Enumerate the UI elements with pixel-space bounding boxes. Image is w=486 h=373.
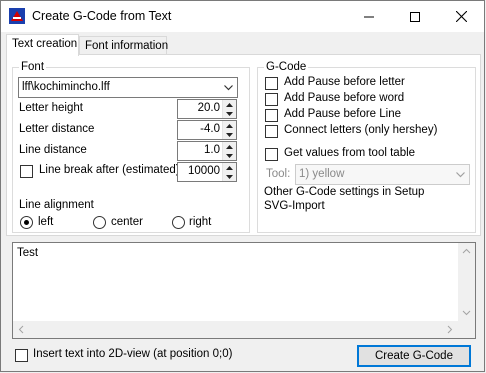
spin-down-icon[interactable] bbox=[223, 172, 236, 181]
pause-line-checkbox[interactable] bbox=[265, 109, 278, 122]
connect-letters-label: Connect letters (only hershey) bbox=[284, 124, 438, 136]
maximize-button[interactable] bbox=[392, 1, 438, 32]
font-select-value: lff\kochimincho.lff bbox=[22, 81, 110, 93]
scroll-left-icon[interactable] bbox=[13, 321, 30, 338]
pause-word-label: Add Pause before word bbox=[284, 92, 405, 104]
scroll-up-icon[interactable] bbox=[458, 243, 475, 260]
connect-letters-checkbox[interactable] bbox=[265, 125, 278, 138]
gcode-group-legend: G-Code bbox=[266, 61, 307, 73]
letter-height-spinner[interactable]: 20.0 bbox=[177, 99, 237, 119]
vertical-scrollbar[interactable] bbox=[458, 243, 475, 321]
pause-line-label: Add Pause before Line bbox=[284, 108, 402, 120]
line-break-value: 10000 bbox=[188, 165, 220, 177]
pause-letter-checkbox[interactable] bbox=[265, 77, 278, 90]
tool-select[interactable]: 1) yellow bbox=[295, 164, 470, 185]
line-break-label: Line break after (estimated) bbox=[39, 164, 180, 176]
other-settings-text: Other G-Code settings in Setup bbox=[264, 186, 425, 198]
window-title: Create G-Code from Text bbox=[32, 9, 172, 23]
minimize-icon bbox=[364, 16, 374, 17]
close-button[interactable] bbox=[438, 1, 484, 32]
line-break-checkbox[interactable] bbox=[20, 165, 33, 178]
spin-up-icon[interactable] bbox=[223, 142, 236, 151]
line-break-spinner[interactable]: 10000 bbox=[177, 162, 237, 182]
chevron-down-icon bbox=[453, 168, 467, 182]
spin-up-icon[interactable] bbox=[223, 163, 236, 172]
letter-distance-label: Letter distance bbox=[19, 123, 95, 135]
horizontal-scrollbar[interactable] bbox=[13, 321, 458, 338]
letter-distance-value: -4.0 bbox=[200, 123, 220, 135]
insert-2d-label: Insert text into 2D-view (at position 0;… bbox=[33, 348, 233, 360]
spin-down-icon[interactable] bbox=[223, 109, 236, 118]
line-alignment-label: Line alignment bbox=[19, 199, 94, 211]
tool-select-value: 1) yellow bbox=[299, 168, 345, 180]
scroll-corner bbox=[458, 321, 475, 338]
scroll-right-icon[interactable] bbox=[441, 321, 458, 338]
close-icon bbox=[455, 11, 467, 22]
spin-down-icon[interactable] bbox=[223, 130, 236, 139]
maximize-icon bbox=[410, 11, 420, 22]
dialog-window: Create G-Code from Text Text creation Fo… bbox=[0, 0, 485, 372]
letter-height-value: 20.0 bbox=[197, 102, 220, 114]
align-left-radio[interactable] bbox=[20, 216, 33, 229]
letter-height-label: Letter height bbox=[19, 102, 83, 114]
radio-selected-dot bbox=[24, 220, 29, 225]
font-group-legend: Font bbox=[21, 61, 45, 73]
tool-table-checkbox[interactable] bbox=[265, 148, 278, 161]
line-distance-spinner[interactable]: 1.0 bbox=[177, 141, 237, 161]
svg-import-text: SVG-Import bbox=[264, 200, 325, 212]
pause-word-checkbox[interactable] bbox=[265, 93, 278, 106]
create-gcode-button[interactable]: Create G-Code bbox=[357, 345, 471, 367]
text-input-content: Test bbox=[17, 247, 39, 259]
minimize-button[interactable] bbox=[346, 1, 392, 32]
font-select[interactable]: lff\kochimincho.lff bbox=[18, 77, 238, 98]
align-center-label: center bbox=[111, 216, 143, 228]
align-right-radio[interactable] bbox=[172, 216, 185, 229]
scroll-down-icon[interactable] bbox=[458, 304, 475, 321]
title-bar[interactable]: Create G-Code from Text bbox=[1, 1, 484, 32]
letter-distance-spinner[interactable]: -4.0 bbox=[177, 120, 237, 140]
text-input-area[interactable]: Test bbox=[12, 242, 476, 339]
line-distance-label: Line distance bbox=[19, 144, 87, 156]
tab-text-creation[interactable]: Text creation bbox=[6, 34, 79, 56]
align-center-radio[interactable] bbox=[93, 216, 106, 229]
align-left-label: left bbox=[38, 216, 54, 228]
spin-up-icon[interactable] bbox=[223, 121, 236, 130]
tool-table-label: Get values from tool table bbox=[284, 147, 416, 159]
spin-up-icon[interactable] bbox=[223, 100, 236, 109]
align-right-label: right bbox=[189, 216, 212, 228]
tool-label: Tool: bbox=[266, 168, 291, 180]
app-icon bbox=[9, 8, 25, 24]
pause-letter-label: Add Pause before letter bbox=[284, 76, 405, 88]
line-distance-value: 1.0 bbox=[204, 144, 220, 156]
spin-down-icon[interactable] bbox=[223, 151, 236, 160]
insert-2d-checkbox[interactable] bbox=[15, 349, 28, 362]
tab-panel-text-creation: Font lff\kochimincho.lff Letter height 2… bbox=[6, 54, 481, 236]
chevron-down-icon bbox=[221, 81, 235, 95]
tab-font-information[interactable]: Font information bbox=[79, 36, 168, 55]
